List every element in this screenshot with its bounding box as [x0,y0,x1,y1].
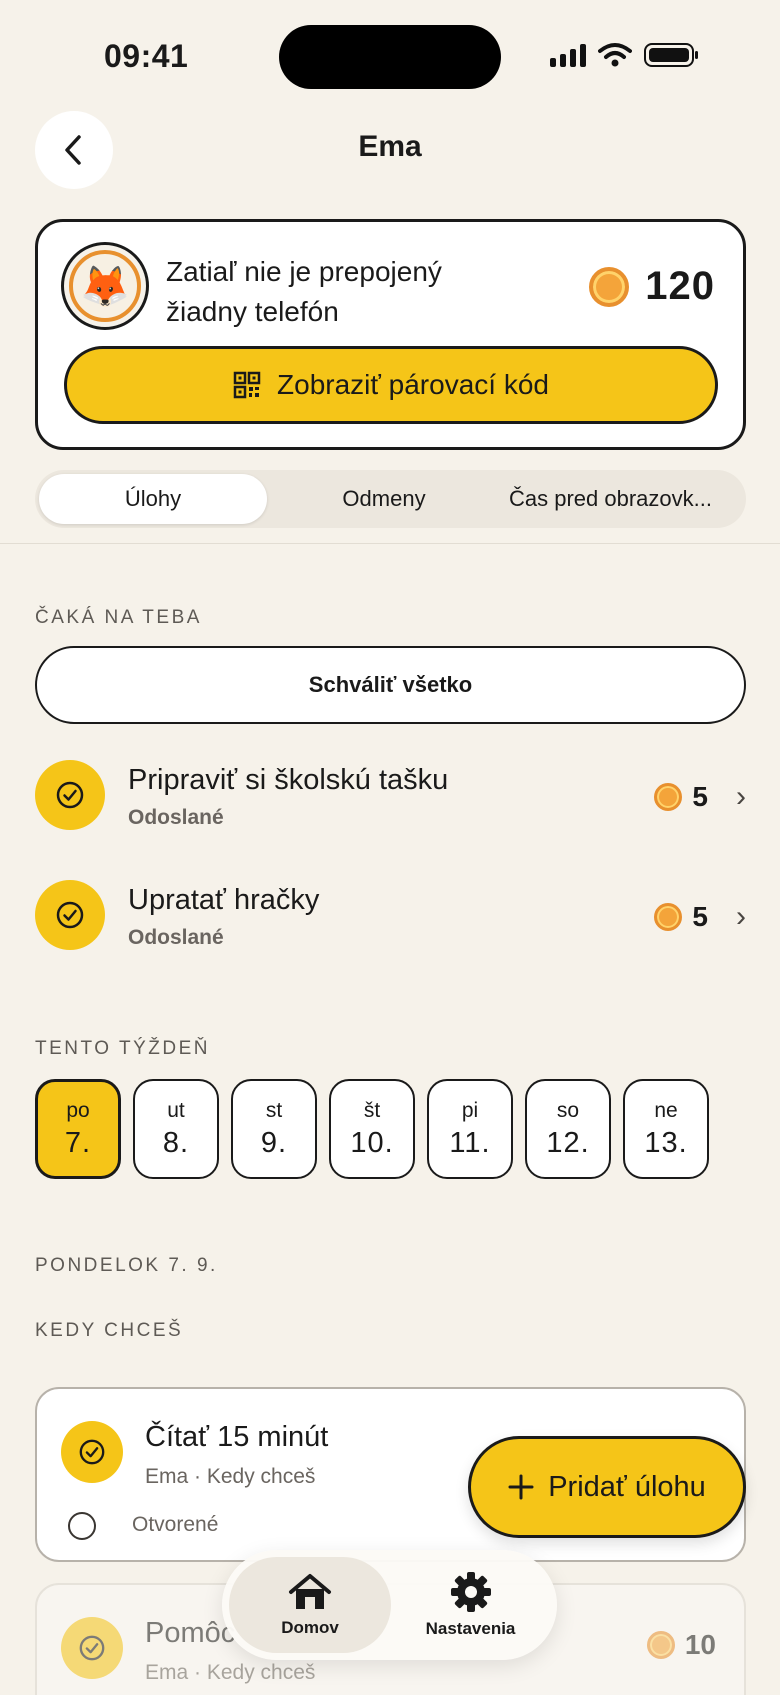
task-title: Pomôc [145,1617,236,1649]
battery-icon [644,43,698,67]
day-number: 11. [449,1126,491,1159]
pending-task-row[interactable]: Upratať hračky Odoslané 5 › [35,870,746,960]
gear-icon [450,1572,491,1612]
day-number: 8. [162,1126,190,1159]
status-time: 09:41 [104,38,189,74]
tab-settings-label: Nastavenia [425,1619,516,1638]
day-number: 13. [644,1126,688,1159]
day-name: ut [167,1098,185,1122]
task-reward: 10 [646,1629,716,1661]
signal-icon [550,43,586,67]
day-friday[interactable]: pi 11. [427,1079,513,1179]
reward-amount: 10 [684,1629,716,1660]
status-icons [550,42,698,68]
day-tuesday[interactable]: ut 8. [133,1079,219,1179]
tab-home-label: Domov [281,1618,339,1637]
day-name: so [556,1098,580,1122]
task-meta: Ema · Kedy chceš [145,1465,316,1488]
show-pairing-code-button[interactable]: Zobraziť párovací kód [64,346,718,424]
reward-amount: 5 [692,781,708,812]
task-meta: Ema · Kedy chceš [145,1661,316,1684]
add-task-label: Pridať úlohu [548,1470,706,1503]
day-name: pi [461,1098,479,1122]
task-status: Odoslané [128,806,224,829]
task-status: Otvorené [132,1513,219,1536]
task-title: Čítať 15 minút [145,1421,329,1453]
day-number: 9. [260,1126,288,1159]
phone-link-status: Zatiaľ nie je prepojený žiadny telefón [166,256,442,327]
coin-count: 120 [645,264,715,308]
day-name: po [66,1098,90,1122]
open-status-radio[interactable] [68,1512,96,1540]
chevron-right-icon: › [736,780,746,813]
day-number: 7. [64,1126,92,1159]
tab-home[interactable]: Domov [229,1557,391,1653]
task-reward: 5 › [654,900,746,934]
task-status: Odoslané [128,926,224,949]
group-label: KEDY CHCEŠ [35,1320,184,1341]
week-section-label: TENTO TÝŽDEŇ [35,1038,210,1059]
coin-icon [646,1631,675,1659]
pair-button-label: Zobraziť párovací kód [277,369,549,400]
tab-screen-time[interactable]: Čas pred obrazovk... [501,474,742,524]
approve-all-button[interactable]: Schváliť všetko [35,646,746,724]
day-monday[interactable]: po 7. [35,1079,121,1179]
day-number: 10. [350,1126,394,1159]
plus-icon [508,1474,534,1500]
check-circle-icon [35,760,105,830]
add-task-button[interactable]: Pridať úlohu [468,1436,746,1538]
tab-rewards[interactable]: Odmeny [267,474,501,524]
day-thursday[interactable]: št 10. [329,1079,415,1179]
task-title: Pripraviť si školskú tašku [128,764,449,796]
week-day-picker: po 7. ut 8. st 9. št 10. pi 11. so 12. n… [35,1079,709,1179]
day-name: ne [654,1098,678,1122]
selected-date-label: PONDELOK 7. 9. [35,1255,218,1276]
chevron-right-icon: › [736,900,746,933]
check-circle-icon [35,880,105,950]
day-wednesday[interactable]: st 9. [231,1079,317,1179]
reward-amount: 5 [692,901,708,932]
coin-icon [589,266,630,307]
profile-card: 🦊 Zatiaľ nie je prepojený žiadny telefón… [35,219,746,450]
tab-tasks[interactable]: Úlohy [39,474,267,524]
check-circle-icon [61,1421,123,1483]
check-circle-icon [61,1617,123,1679]
day-number: 12. [546,1126,590,1159]
home-icon [289,1574,331,1609]
day-saturday[interactable]: so 12. [525,1079,611,1179]
coin-balance: 120 [589,264,715,309]
divider [0,543,780,544]
day-name: st [265,1098,283,1122]
wifi-icon [598,43,632,67]
qr-code-icon [233,371,261,399]
section-tabs: Úlohy Odmeny Čas pred obrazovk... [35,470,746,528]
task-reward: 5 › [654,780,746,814]
day-sunday[interactable]: ne 13. [623,1079,709,1179]
task-title: Upratať hračky [128,884,320,916]
coin-icon [654,783,683,811]
bottom-tab-bar: Domov Nastavenia [222,1550,557,1660]
avatar: 🦊 [61,242,149,330]
fox-avatar-icon: 🦊 [69,250,141,322]
coin-icon [654,903,683,931]
day-name: št [363,1098,381,1122]
waiting-section-label: ČAKÁ NA TEBA [35,607,202,628]
tab-settings[interactable]: Nastavenia [391,1557,550,1653]
page-title: Ema [358,130,422,163]
dynamic-island [279,25,501,89]
pending-task-row[interactable]: Pripraviť si školskú tašku Odoslané 5 › [35,750,746,840]
